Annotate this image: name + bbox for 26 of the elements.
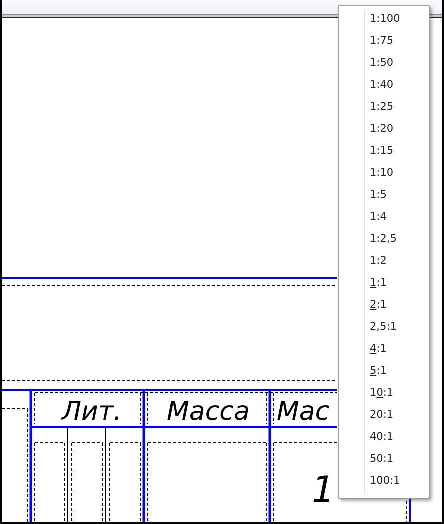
menu-item[interactable]: 1:40 xyxy=(339,74,429,96)
menu-item[interactable]: 50:1 xyxy=(339,448,429,470)
menu-item[interactable]: 1:75 xyxy=(339,30,429,52)
menu-item[interactable]: 1:20 xyxy=(339,118,429,140)
scale-value: 1 xyxy=(312,470,335,511)
menu-item[interactable]: 20:1 xyxy=(339,404,429,426)
menu-item[interactable]: 1:5 xyxy=(339,184,429,206)
menu-item[interactable]: 1:2,5 xyxy=(339,228,429,250)
menu-item[interactable]: 2,5:1 xyxy=(339,316,429,338)
column-header: Масса xyxy=(167,397,250,427)
menu-item[interactable]: 4:1 xyxy=(339,338,429,360)
menu-item[interactable]: 2:1 xyxy=(339,294,429,316)
menu-item[interactable]: 1:100 xyxy=(339,8,429,30)
menu-item[interactable]: 40:1 xyxy=(339,426,429,448)
column-header: Лит. xyxy=(62,397,122,427)
menu-item[interactable]: 1:1 xyxy=(339,272,429,294)
menu-item[interactable]: 1:25 xyxy=(339,96,429,118)
menu-item[interactable]: 5:1 xyxy=(339,360,429,382)
menu-item[interactable]: 10:1 xyxy=(339,382,429,404)
menu-item[interactable]: 1:10 xyxy=(339,162,429,184)
menu-item[interactable]: 100:1 xyxy=(339,470,429,492)
menu-item[interactable]: 1:2 xyxy=(339,250,429,272)
menu-item[interactable]: 1:4 xyxy=(339,206,429,228)
menu-item[interactable]: 1:15 xyxy=(339,140,429,162)
column-header: Мас xyxy=(277,397,330,427)
menu-item[interactable]: 1:50 xyxy=(339,52,429,74)
